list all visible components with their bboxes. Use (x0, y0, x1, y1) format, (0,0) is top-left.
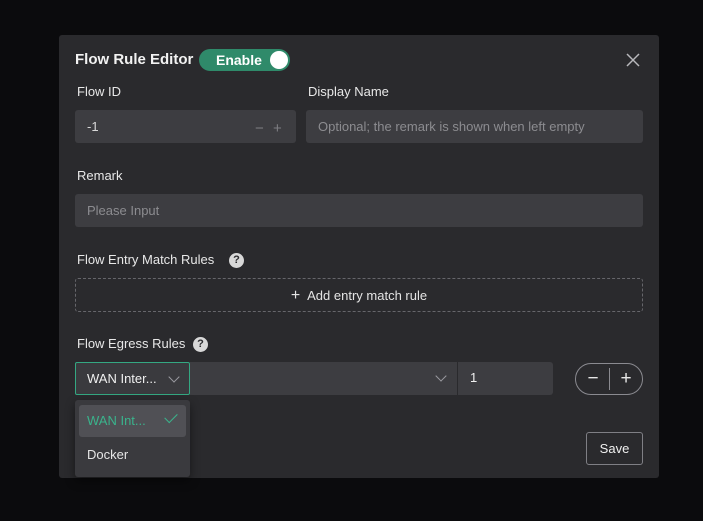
display-name-placeholder: Optional; the remark is shown when left … (318, 119, 585, 134)
dropdown-option-docker[interactable]: Docker (79, 439, 186, 471)
flow-id-field[interactable]: -1 − + (75, 110, 296, 143)
flow-id-value: -1 (87, 119, 99, 134)
stepper-divider (609, 368, 610, 390)
remark-field[interactable]: Please Input (75, 194, 643, 227)
dialog-title: Flow Rule Editor (75, 51, 194, 68)
dropdown-option-label: Docker (87, 447, 129, 462)
flow-id-decrement-button[interactable]: − (255, 120, 264, 137)
add-egress-rule-button[interactable]: + (615, 368, 637, 390)
egress-target-select[interactable] (190, 362, 457, 395)
egress-rules-help-icon[interactable]: ? (193, 337, 208, 352)
display-name-label: Display Name (308, 84, 389, 99)
check-icon (164, 409, 178, 424)
chevron-down-icon (168, 371, 180, 383)
entry-rules-help-icon[interactable]: ? (229, 253, 244, 268)
remark-label: Remark (77, 168, 123, 183)
dropdown-option-wan[interactable]: WAN Int... (79, 405, 186, 437)
egress-rules-label: Flow Egress Rules (77, 336, 186, 351)
toggle-knob (270, 51, 288, 69)
egress-interface-dropdown: WAN Int... Docker (75, 400, 190, 477)
close-icon[interactable] (626, 53, 640, 67)
egress-interface-select[interactable]: WAN Inter... (75, 362, 190, 395)
egress-rule-stepper: − + (575, 363, 643, 395)
egress-interface-value: WAN Inter... (87, 371, 157, 386)
egress-weight-field[interactable]: 1 (457, 362, 553, 395)
plus-icon: + (290, 287, 301, 304)
remove-egress-rule-button[interactable]: − (582, 368, 604, 390)
display-name-field[interactable]: Optional; the remark is shown when left … (306, 110, 643, 143)
chevron-down-icon (435, 370, 447, 382)
enable-toggle-label: Enable (216, 52, 262, 68)
enable-toggle[interactable]: Enable (199, 49, 290, 71)
remark-placeholder: Please Input (87, 203, 160, 218)
flow-id-label: Flow ID (77, 84, 122, 99)
add-entry-match-rule-label: Add entry match rule (307, 288, 428, 303)
entry-rules-label: Flow Entry Match Rules (77, 252, 215, 267)
egress-weight-value: 1 (470, 370, 478, 385)
save-button[interactable]: Save (586, 432, 643, 465)
flow-id-increment-button[interactable]: + (273, 120, 282, 137)
add-entry-match-rule-button[interactable]: + Add entry match rule (75, 278, 643, 312)
dropdown-option-label: WAN Int... (87, 413, 146, 428)
